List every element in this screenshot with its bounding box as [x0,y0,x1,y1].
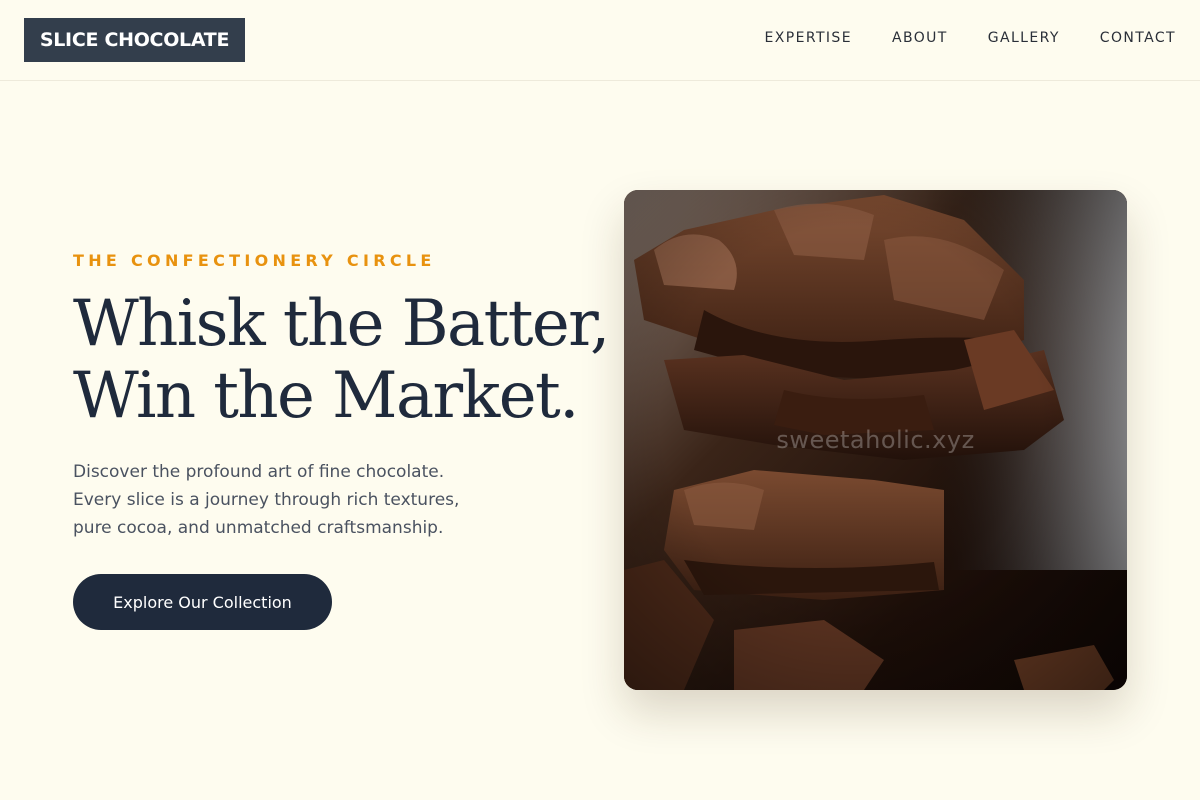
chocolate-photo: sweetaholic.xyz [624,190,1127,690]
main-nav: EXPERTISE ABOUT GALLERY CONTACT [725,28,1176,48]
hero-description-line-3: pure cocoa, and unmatched craftsmanship. [73,518,444,538]
explore-collection-button[interactable]: Explore Our Collection [73,574,332,630]
hero-headline: Whisk the Batter, Win the Market. [73,288,613,432]
hero-eyebrow: THE CONFECTIONERY CIRCLE [73,251,436,270]
hero-headline-line-2: Win the Market. [73,359,579,433]
nav-link-expertise[interactable]: EXPERTISE [765,30,852,46]
chocolate-illustration [624,190,1127,690]
nav-link-contact[interactable]: CONTACT [1100,30,1176,46]
hero-description: Discover the profound art of fine chocol… [73,458,513,542]
hero-description-line-2: Every slice is a journey through rich te… [73,490,460,510]
hero-description-line-1: Discover the profound art of fine chocol… [73,462,445,482]
site-header: SLICE CHOCOLATE EXPERTISE ABOUT GALLERY … [0,0,1200,81]
brand-logo[interactable]: SLICE CHOCOLATE [24,18,245,62]
hero-headline-line-1: Whisk the Batter, [73,287,610,361]
nav-link-gallery[interactable]: GALLERY [988,30,1060,46]
nav-link-about[interactable]: ABOUT [892,30,948,46]
